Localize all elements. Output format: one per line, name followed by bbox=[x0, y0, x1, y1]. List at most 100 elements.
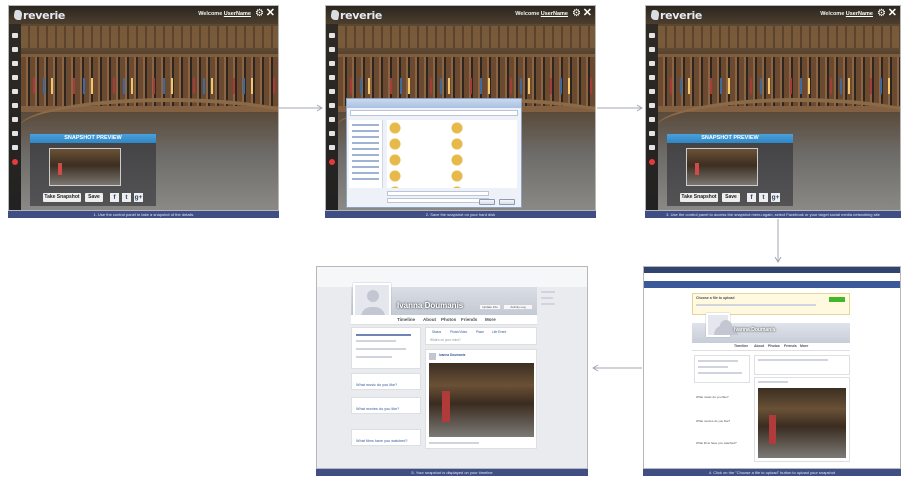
speech-icon[interactable] bbox=[12, 47, 18, 52]
close-icon[interactable]: ✕ bbox=[888, 8, 897, 19]
browser-tabbar bbox=[644, 267, 900, 273]
profile-picture[interactable] bbox=[706, 313, 738, 337]
composer-tab-photo[interactable]: Photo/Video bbox=[450, 330, 467, 334]
close-icon[interactable]: ✕ bbox=[266, 8, 275, 19]
volume-icon[interactable] bbox=[12, 131, 18, 136]
tab-photos[interactable]: Photos bbox=[768, 344, 780, 348]
tab-more[interactable]: More bbox=[800, 344, 808, 348]
record-icon[interactable] bbox=[649, 159, 655, 165]
eye-icon[interactable] bbox=[12, 75, 18, 80]
composer-tab-place[interactable]: Place bbox=[476, 330, 484, 334]
tab-timeline[interactable]: Timeline bbox=[734, 344, 748, 348]
tab-about[interactable]: About bbox=[754, 344, 764, 348]
camera-icon[interactable] bbox=[329, 117, 335, 122]
add-user-icon[interactable] bbox=[649, 89, 655, 94]
composer-placeholder[interactable]: What's on your mind? bbox=[430, 338, 461, 342]
username-link[interactable]: UserName bbox=[846, 11, 873, 17]
people-icon[interactable] bbox=[12, 33, 18, 38]
add-user-icon[interactable] bbox=[12, 89, 18, 94]
twitter-icon[interactable]: t bbox=[122, 193, 131, 202]
save-button[interactable]: Save bbox=[722, 193, 740, 202]
googleplus-icon[interactable]: g+ bbox=[134, 193, 143, 202]
save-as-type-field[interactable] bbox=[387, 198, 489, 203]
camera-icon[interactable] bbox=[12, 117, 18, 122]
translate-icon[interactable] bbox=[329, 61, 335, 66]
dialog-folder-tree[interactable] bbox=[349, 120, 383, 188]
prompt-music[interactable]: What music do you like? bbox=[696, 395, 729, 399]
eye-icon[interactable] bbox=[329, 75, 335, 80]
gear-icon[interactable]: ⚙ bbox=[877, 9, 886, 19]
dialog-file-list[interactable] bbox=[387, 120, 517, 188]
twitter-icon[interactable]: t bbox=[759, 193, 768, 202]
post-author[interactable]: Ivanna Doumanis bbox=[439, 353, 465, 357]
tab-timeline[interactable]: Timeline bbox=[397, 317, 415, 322]
step-3-caption: 3. Use the control panel to access the s… bbox=[645, 211, 901, 218]
username-link[interactable]: UserName bbox=[541, 11, 568, 17]
volume-icon[interactable] bbox=[329, 131, 335, 136]
upload-button[interactable] bbox=[829, 297, 845, 302]
people-icon[interactable] bbox=[649, 33, 655, 38]
prompt-music[interactable]: What music do you like? bbox=[356, 383, 397, 387]
username-link[interactable]: UserName bbox=[224, 11, 251, 17]
gear-icon[interactable]: ⚙ bbox=[572, 9, 581, 19]
volume-icon[interactable] bbox=[649, 131, 655, 136]
dialog-address-bar[interactable] bbox=[350, 110, 518, 116]
composer-box[interactable]: Status Photo/Video Place Life Event What… bbox=[425, 327, 537, 345]
prompt-movies[interactable]: What movies do you like? bbox=[356, 407, 399, 411]
location-icon[interactable] bbox=[12, 103, 18, 108]
reverie-logo-icon bbox=[330, 10, 340, 20]
prompt-movies[interactable]: What movies do you like? bbox=[696, 419, 730, 423]
upload-title[interactable]: Choose a file to upload bbox=[696, 296, 735, 300]
prompt-films[interactable]: What films have you watched? bbox=[356, 439, 408, 443]
filename-field[interactable] bbox=[387, 191, 489, 196]
app-logo: reverie bbox=[340, 9, 383, 22]
googleplus-icon[interactable]: g+ bbox=[771, 193, 780, 202]
speech-icon[interactable] bbox=[329, 47, 335, 52]
take-snapshot-button[interactable]: Take Snapshot bbox=[680, 193, 718, 202]
right-column bbox=[541, 287, 581, 327]
tab-friends[interactable]: Friends bbox=[461, 317, 477, 322]
save-as-dialog bbox=[346, 98, 522, 208]
tab-about[interactable]: About bbox=[423, 317, 436, 322]
take-snapshot-button[interactable]: Take Snapshot bbox=[43, 193, 81, 202]
composer-box[interactable] bbox=[754, 355, 850, 375]
step-3-panel: reverie Welcome UserName ⚙ ✕ SNAPSHOT PR… bbox=[645, 5, 901, 211]
record-icon[interactable] bbox=[329, 159, 335, 165]
speech-icon[interactable] bbox=[649, 47, 655, 52]
tab-photos[interactable]: Photos bbox=[441, 317, 456, 322]
gear-icon[interactable]: ⚙ bbox=[255, 9, 264, 19]
facebook-icon[interactable]: f bbox=[110, 193, 119, 202]
update-info-button[interactable]: Update Info bbox=[479, 304, 501, 310]
translate-icon[interactable] bbox=[12, 61, 18, 66]
close-icon[interactable]: ✕ bbox=[583, 8, 592, 19]
facebook-icon[interactable]: f bbox=[747, 193, 756, 202]
activity-log-button[interactable]: Activity Log bbox=[503, 304, 533, 310]
add-user-icon[interactable] bbox=[329, 89, 335, 94]
stats-icon[interactable] bbox=[329, 145, 335, 150]
camera-icon[interactable] bbox=[649, 117, 655, 122]
composer-tab-status[interactable]: Status bbox=[432, 330, 441, 334]
arrow-right-icon bbox=[597, 104, 643, 112]
eye-icon[interactable] bbox=[649, 75, 655, 80]
save-button[interactable]: Save bbox=[85, 193, 103, 202]
record-icon[interactable] bbox=[12, 159, 18, 165]
location-icon[interactable] bbox=[329, 103, 335, 108]
location-icon[interactable] bbox=[649, 103, 655, 108]
prompt-films[interactable]: What films have you watched? bbox=[696, 441, 737, 445]
post-snapshot-image[interactable] bbox=[429, 363, 534, 437]
profile-name[interactable]: Ivanna Doumanis bbox=[734, 327, 775, 333]
post-snapshot-image[interactable] bbox=[758, 388, 846, 458]
profile-picture[interactable] bbox=[353, 283, 391, 319]
people-icon[interactable] bbox=[329, 33, 335, 38]
translate-icon[interactable] bbox=[649, 61, 655, 66]
profile-name[interactable]: Ivanna Doumanis bbox=[397, 301, 463, 310]
stats-icon[interactable] bbox=[12, 145, 18, 150]
dialog-save-button[interactable] bbox=[479, 199, 495, 205]
step-4-caption: 4. Click on the "Choose a file to upload… bbox=[643, 469, 901, 476]
tab-friends[interactable]: Friends bbox=[784, 344, 797, 348]
stats-icon[interactable] bbox=[649, 145, 655, 150]
composer-tab-life-event[interactable]: Life Event bbox=[492, 330, 506, 334]
tab-more[interactable]: More bbox=[485, 317, 496, 322]
step-1-caption: 1. Use the control panel to take a snaps… bbox=[8, 211, 279, 218]
dialog-cancel-button[interactable] bbox=[499, 199, 515, 205]
